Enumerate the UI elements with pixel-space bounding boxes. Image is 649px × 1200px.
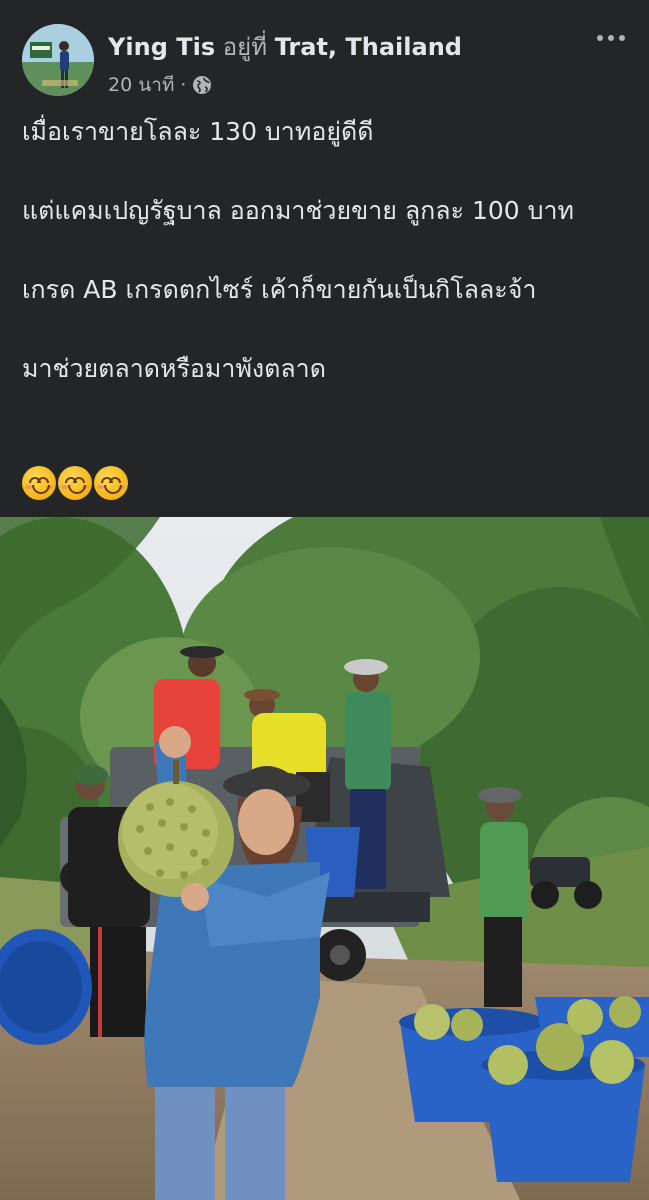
- post-timestamp[interactable]: 20 นาที: [108, 70, 174, 100]
- smiling-face-icon: [94, 466, 128, 500]
- more-options-icon[interactable]: [591, 26, 631, 50]
- author-avatar[interactable]: [22, 24, 94, 96]
- post-header: Ying Tis อยู่ที่ Trat, Thailand 20 นาที …: [0, 0, 649, 110]
- avatar-image: [22, 24, 94, 96]
- post-paragraph: เมื่อเราขายโลละ 130 บาทอยู่ดีดี: [22, 117, 374, 146]
- globe-icon[interactable]: [192, 75, 212, 95]
- post-meta: 20 นาที ·: [108, 70, 212, 100]
- dot: [619, 35, 625, 41]
- meta-separator: ·: [180, 74, 187, 96]
- post-paragraph: มาช่วยตลาดหรือมาพังตลาด: [22, 354, 326, 383]
- post-photo[interactable]: [0, 517, 649, 1200]
- post-paragraph: เกรด AB เกรดตกไซร์ เค้าก็ขายกันเป็นกิโลล…: [22, 275, 537, 304]
- emoji-row: [22, 466, 128, 500]
- location-prefix: อยู่ที่: [222, 33, 268, 61]
- author-line: Ying Tis อยู่ที่ Trat, Thailand: [108, 27, 462, 66]
- dot: [597, 35, 603, 41]
- smiling-face-icon: [22, 466, 56, 500]
- dot: [608, 35, 614, 41]
- author-name[interactable]: Ying Tis: [108, 33, 215, 61]
- post-body: เมื่อเราขายโลละ 130 บาทอยู่ดีดี แต่แคมเป…: [22, 112, 622, 428]
- durian-harvest-image: [0, 517, 649, 1200]
- post-paragraph: แต่แคมเปญรัฐบาล ออกมาช่วยขาย ลูกละ 100 บ…: [22, 196, 575, 225]
- smiling-face-icon: [58, 466, 92, 500]
- location-link[interactable]: Trat, Thailand: [275, 33, 462, 61]
